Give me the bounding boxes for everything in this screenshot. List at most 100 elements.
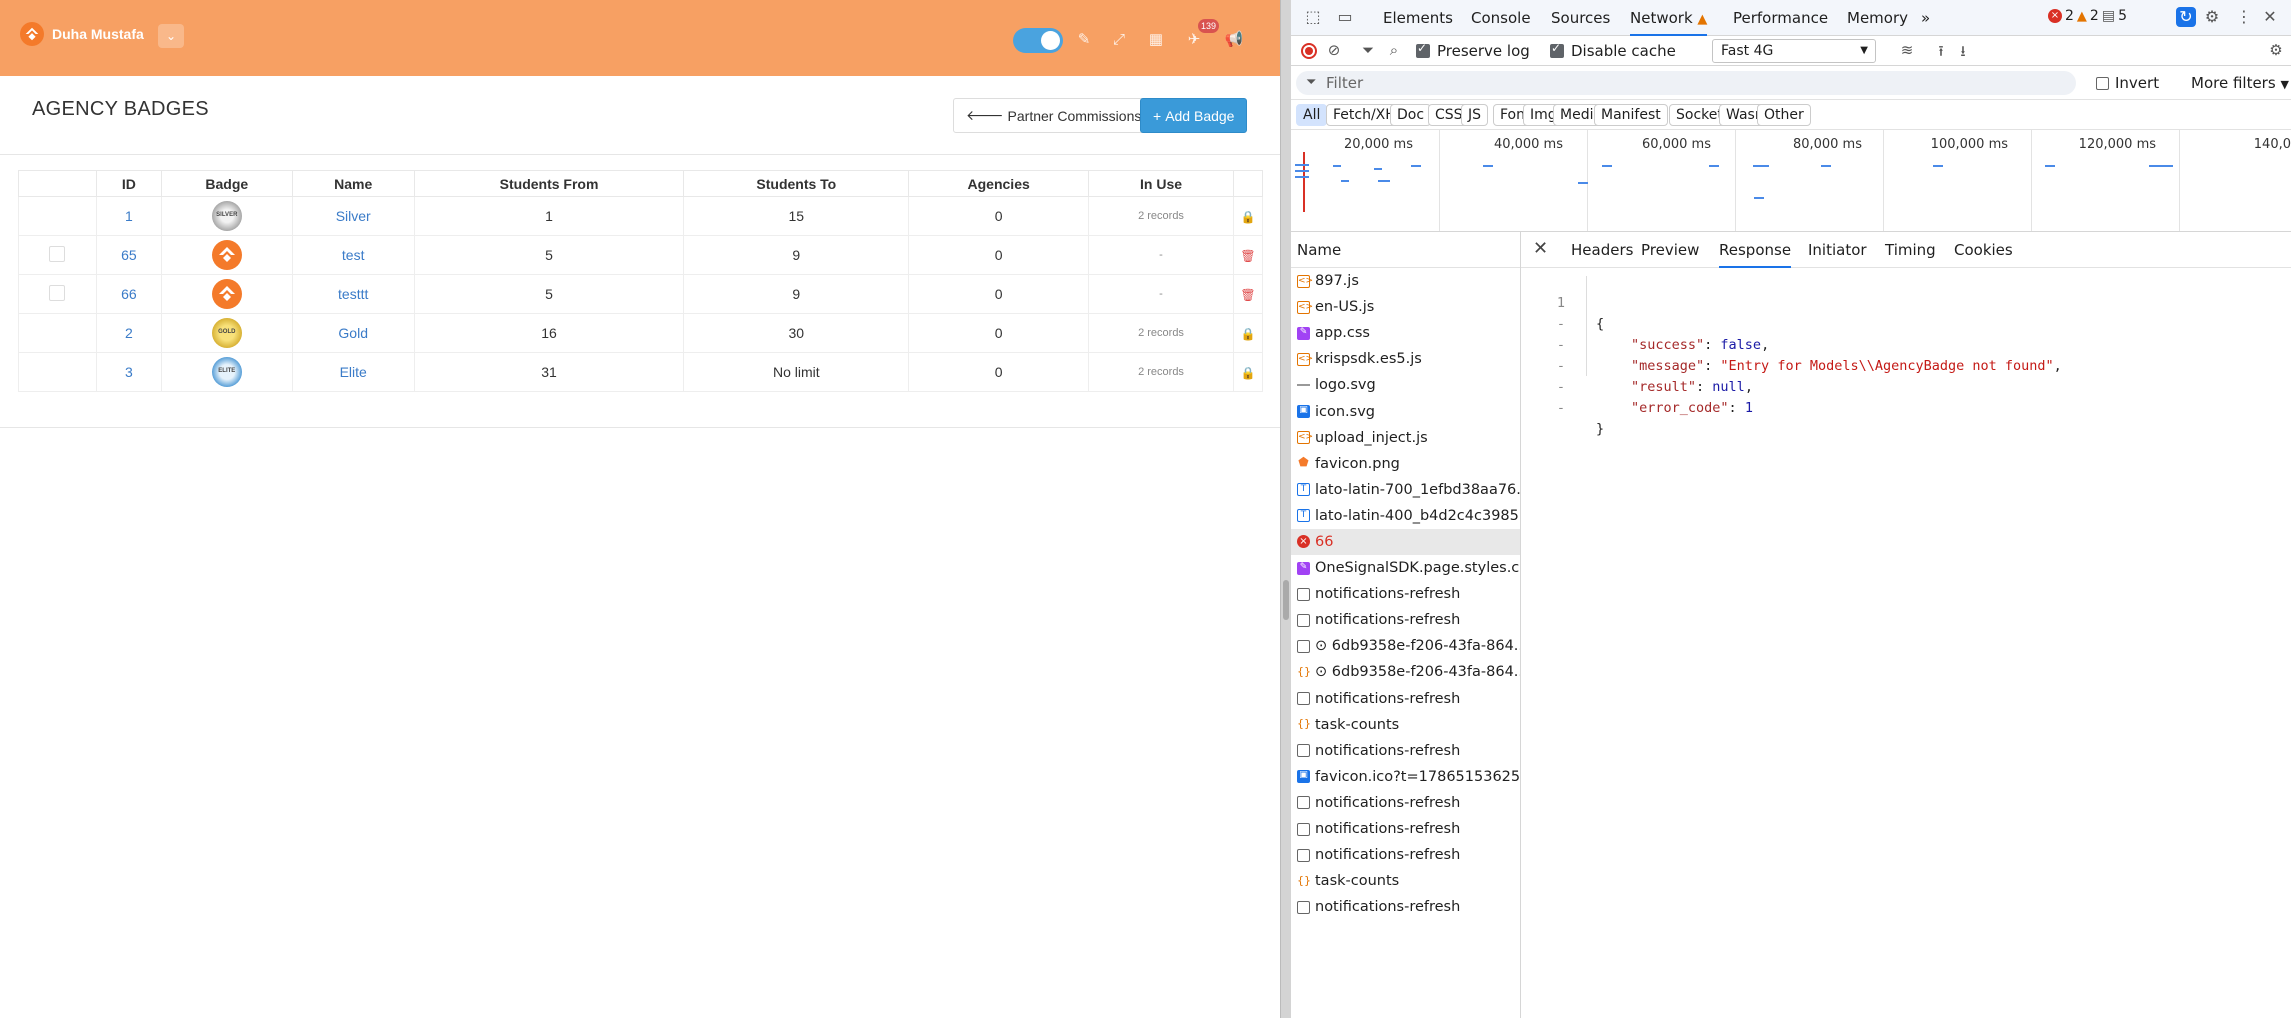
badge-name[interactable]: test — [291, 235, 415, 275]
trash-icon[interactable]: 🗑 — [1240, 288, 1255, 302]
ai-assist-icon[interactable]: ↻ — [2176, 7, 2196, 27]
panel-splitter[interactable] — [1280, 0, 1291, 1018]
request-row[interactable]: notifications-refresh — [1291, 738, 1520, 764]
col-students-to[interactable]: Students To — [683, 170, 910, 197]
user-dropdown-button[interactable]: ⌄ — [158, 24, 184, 48]
fullscreen-icon[interactable]: ⤢ — [1106, 26, 1132, 52]
inspect-element-icon[interactable]: ⬚ — [1303, 7, 1323, 27]
row-action[interactable]: 🗑 — [1232, 235, 1264, 275]
tab-initiator[interactable]: Initiator — [1808, 232, 1867, 268]
user-brand[interactable]: Duha Mustafa — [20, 22, 144, 46]
row-action[interactable]: 🗑 — [1232, 274, 1264, 314]
badge-id[interactable]: 1 — [95, 196, 162, 236]
filter-input[interactable]: ⏷ Filter — [1296, 71, 2076, 95]
search-icon[interactable]: ⌕ — [1384, 41, 1404, 61]
tab-cookies[interactable]: Cookies — [1954, 232, 2013, 268]
megaphone-icon[interactable]: 📢 — [1221, 26, 1247, 52]
gear-icon[interactable]: ⚙ — [2202, 7, 2222, 27]
splitter-handle[interactable] — [1283, 580, 1289, 620]
response-body[interactable]: 1 { - "success": false, - "message": "En… — [1521, 268, 2291, 437]
clear-icon[interactable]: ⊘ — [1324, 41, 1344, 61]
request-row[interactable]: <> 897.js — [1291, 268, 1520, 294]
tab-performance[interactable]: Performance — [1733, 0, 1828, 36]
col-name[interactable]: Name — [291, 170, 415, 197]
filter-chip-other[interactable]: Other — [1757, 104, 1811, 126]
filter-icon[interactable]: ⏷ — [1358, 41, 1378, 61]
invert-checkbox[interactable]: Invert — [2096, 74, 2159, 92]
request-row[interactable]: ▣ icon.svg — [1291, 398, 1520, 424]
request-row[interactable]: notifications-refresh — [1291, 842, 1520, 868]
row-select[interactable] — [18, 274, 97, 314]
tab-timing[interactable]: Timing — [1885, 232, 1936, 268]
tab-memory[interactable]: Memory — [1847, 0, 1908, 36]
network-overview-timeline[interactable]: 20,000 ms 40,000 ms 60,000 ms 80,000 ms 100,… — [1291, 130, 2291, 232]
export-har-icon[interactable]: ⭳ — [1953, 41, 1973, 61]
partner-commissions-button[interactable]: 🡐 Partner Commissions — [953, 98, 1155, 133]
col-badge[interactable]: Badge — [160, 170, 293, 197]
tab-elements[interactable]: Elements — [1383, 0, 1453, 36]
network-conditions-icon[interactable]: ≋ — [1897, 41, 1917, 61]
name-column-header[interactable]: Name — [1291, 232, 1520, 268]
device-toolbar-icon[interactable]: ▭ — [1335, 7, 1355, 27]
filter-chip-js[interactable]: JS — [1461, 104, 1489, 126]
badge-id[interactable]: 65 — [95, 235, 162, 275]
trash-icon[interactable]: 🗑 — [1240, 249, 1255, 263]
request-row[interactable]: ▣ favicon.ico?t=17865153625... — [1291, 764, 1520, 790]
badge-id[interactable]: 2 — [95, 313, 162, 353]
badge-id[interactable]: 3 — [95, 352, 162, 392]
filter-chip-all[interactable]: All — [1296, 104, 1328, 126]
request-row[interactable]: Tlato-latin-400_b4d2c4c3985... — [1291, 503, 1520, 529]
network-settings-icon[interactable]: ⚙ — [2266, 41, 2286, 61]
request-row[interactable]: notifications-refresh — [1291, 607, 1520, 633]
row-checkbox[interactable] — [49, 245, 66, 262]
row-select[interactable] — [18, 235, 97, 275]
badge-name[interactable]: Elite — [291, 352, 415, 392]
request-row[interactable]: {} task-counts — [1291, 868, 1520, 894]
badge-name[interactable]: Gold — [291, 313, 415, 353]
request-row[interactable]: × 66 — [1291, 528, 1520, 556]
calendar-icon[interactable]: ▦ — [1143, 26, 1169, 52]
request-row[interactable]: {} task-counts — [1291, 712, 1520, 738]
request-row[interactable]: ✎ OneSignalSDK.page.styles.c... — [1291, 555, 1520, 581]
badge-name[interactable]: testtt — [291, 274, 415, 314]
tab-network[interactable]: Network ▲ — [1630, 0, 1708, 36]
request-row[interactable]: notifications-refresh — [1291, 894, 1520, 920]
badge-name[interactable]: Silver — [291, 196, 415, 236]
filter-chip-manifest[interactable]: Manifest — [1594, 104, 1668, 126]
tab-headers[interactable]: Headers — [1571, 232, 1633, 268]
col-in-use[interactable]: In Use — [1088, 170, 1234, 197]
request-row[interactable]: <> krispsdk.es5.js — [1291, 346, 1520, 372]
request-row[interactable]: notifications-refresh — [1291, 816, 1520, 842]
preserve-log-checkbox[interactable] — [1416, 41, 1430, 58]
kebab-menu-icon[interactable]: ⋮ — [2234, 7, 2254, 27]
request-row[interactable]: logo.svg — [1291, 372, 1520, 398]
badge-id[interactable]: 66 — [95, 274, 162, 314]
disable-cache-checkbox[interactable] — [1550, 41, 1564, 58]
request-row[interactable]: <> en-US.js — [1291, 294, 1520, 320]
import-har-icon[interactable]: ⭱ — [1931, 41, 1951, 61]
issues-counter[interactable]: × 2 ▲ 2 ▤ 5 — [2048, 8, 2127, 24]
request-row[interactable]: {} ⊙ 6db9358e-f206-43fa-864... — [1291, 659, 1520, 685]
request-row[interactable]: Tlato-latin-700_1efbd38aa76... — [1291, 477, 1520, 503]
col-students-from[interactable]: Students From — [413, 170, 685, 197]
record-icon[interactable] — [1301, 43, 1317, 59]
more-filters-dropdown[interactable]: More filters ▼ — [2191, 74, 2289, 92]
request-row[interactable]: notifications-refresh — [1291, 686, 1520, 712]
more-tabs-icon[interactable]: » — [1921, 0, 1930, 36]
request-row[interactable]: ⊙ 6db9358e-f206-43fa-864... — [1291, 633, 1520, 659]
mode-toggle[interactable] — [1013, 28, 1063, 53]
tab-console[interactable]: Console — [1471, 0, 1531, 36]
row-checkbox[interactable] — [49, 284, 66, 301]
tab-response[interactable]: Response — [1719, 232, 1792, 268]
magic-wand-icon[interactable]: ✎ — [1071, 26, 1097, 52]
close-devtools-icon[interactable]: ✕ — [2260, 7, 2280, 27]
col-id[interactable]: ID — [95, 170, 162, 197]
request-row[interactable]: notifications-refresh — [1291, 581, 1520, 607]
request-row[interactable]: notifications-refresh — [1291, 790, 1520, 816]
request-row[interactable]: ✎ app.css — [1291, 320, 1520, 346]
tab-sources[interactable]: Sources — [1551, 0, 1610, 36]
throttle-select[interactable]: Fast 4G ▼ — [1712, 39, 1876, 63]
request-row[interactable]: <> upload_inject.js — [1291, 425, 1520, 451]
close-detail-icon[interactable]: ✕ — [1533, 238, 1548, 259]
col-agencies[interactable]: Agencies — [908, 170, 1090, 197]
